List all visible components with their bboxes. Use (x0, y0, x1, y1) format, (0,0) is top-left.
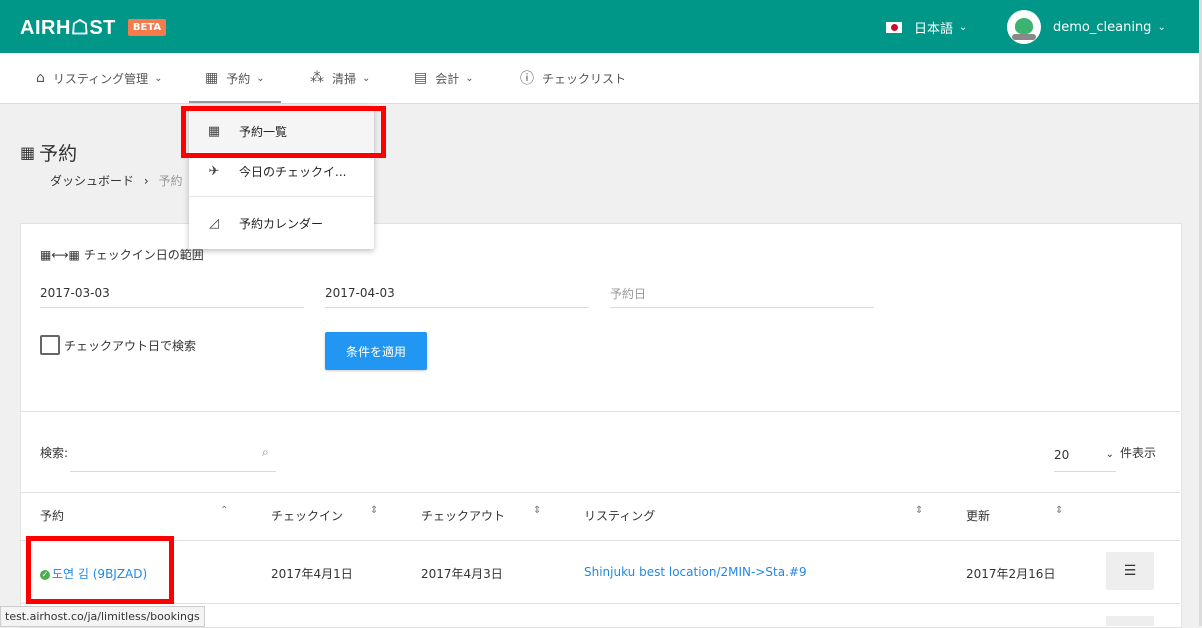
page-title-text: 予約 (39, 143, 78, 165)
highlight-box (181, 106, 386, 158)
listing-link[interactable]: Shinjuku best location/2MIN->Sta.#9 (584, 565, 807, 579)
broom-icon: ⁂ (310, 70, 324, 86)
checkin-range-label: ▦⟷▦ チェックイン日の範囲 (40, 246, 204, 263)
checkout-search-checkbox[interactable]: チェックアウト日で検索 (40, 335, 196, 355)
nav-item-label: 予約 (226, 71, 251, 86)
checkbox-label: チェックアウト日で検索 (64, 338, 197, 353)
chevron-down-icon: ⌄ (465, 72, 474, 84)
column-header-listing[interactable]: リスティング (584, 507, 655, 524)
beta-badge: BETA (127, 18, 167, 36)
menu-item-booking-calendar[interactable]: ◿ 予約カレンダー (189, 202, 374, 244)
calculator-icon: ▤ (414, 70, 428, 86)
sort-icon[interactable]: ⇕ (915, 505, 923, 516)
chevron-down-icon: ⌄ (959, 21, 968, 33)
menu-divider (189, 196, 374, 197)
nav-item-cleaning[interactable]: ⁂ 清掃 ⌄ (310, 53, 370, 103)
chevron-down-icon: ⌄ (362, 72, 371, 84)
search-label: 検索: (40, 446, 69, 460)
breadcrumb: ダッシュボード › 予約 (50, 172, 183, 189)
column-header-booking[interactable]: 予約 (40, 507, 64, 524)
apply-filters-button[interactable]: 条件を適用 (325, 332, 427, 370)
chevron-down-icon: ⌄ (256, 72, 265, 84)
chevron-down-icon: ⌄ (154, 72, 163, 84)
logo-text: AIRH☖ST (20, 16, 116, 39)
page-length-value: 20 (1054, 447, 1070, 462)
end-date-field[interactable]: 2017-04-03 (325, 279, 589, 308)
updated-date: 2017年2月16日 (966, 567, 1056, 581)
avatar (1007, 10, 1041, 44)
plane-arrival-icon: ✈ (208, 163, 220, 179)
page-title: ▦ 予約 (20, 139, 77, 166)
row-divider (20, 603, 1180, 604)
calendar-icon: ▦ (205, 70, 219, 86)
sort-icon[interactable]: ⇕ (1055, 505, 1063, 516)
start-date-field[interactable]: 2017-03-03 (40, 279, 304, 308)
menu-item-label: 予約カレンダー (239, 216, 324, 231)
nav-item-label: 清掃 (332, 71, 357, 86)
row-menu-button[interactable]: ☰ (1106, 552, 1154, 590)
row-menu-button[interactable] (1106, 616, 1154, 626)
nav-item-checklist[interactable]: ⓘ チェックリスト (520, 53, 626, 103)
menu-item-label: 今日のチェックイ... (239, 164, 347, 179)
booking-date-field[interactable]: 予約日 (610, 279, 874, 308)
divider (20, 411, 1180, 412)
column-header-updated[interactable]: 更新 (966, 507, 990, 524)
language-label: 日本語 (914, 21, 954, 37)
home-icon: ⌂ (36, 70, 45, 86)
column-header-checkout[interactable]: チェックアウト (421, 507, 505, 524)
sort-icon[interactable]: ⇕ (533, 505, 541, 516)
breadcrumb-current: 予約 (158, 174, 183, 188)
chevron-down-icon: ⌄ (1157, 21, 1166, 33)
checkbox-icon[interactable] (40, 335, 60, 355)
app-logo[interactable]: AIRH☖ST BETA (20, 15, 167, 39)
user-menu[interactable]: demo_cleaning ⌄ (1007, 8, 1166, 46)
checkout-date: 2017年4月3日 (421, 567, 503, 581)
booking-date-placeholder: 予約日 (610, 286, 647, 301)
nav-item-listings[interactable]: ⌂ リスティング管理 ⌄ (36, 53, 163, 103)
calendar-icon: ▦ (20, 143, 36, 162)
language-selector[interactable]: 日本語 ⌄ (886, 16, 967, 38)
sort-icon[interactable]: ⇕ (370, 505, 378, 516)
search-input[interactable] (70, 438, 276, 472)
calendar-icon: ▦ (68, 248, 80, 262)
nav-item-accounting[interactable]: ▤ 会計 ⌄ (414, 53, 474, 103)
chevron-down-icon: ⌄ (1105, 449, 1114, 460)
nav-item-bookings[interactable]: ▦ 予約 ⌄ (189, 53, 281, 103)
highlight-box (26, 536, 174, 604)
arrows-horizontal-icon: ⟷ (51, 248, 69, 262)
japan-flag-icon (886, 21, 902, 33)
calendar-icon: ▦ (40, 248, 52, 262)
page-length-select[interactable]: 20 ⌄ (1054, 438, 1116, 472)
sort-asc-icon[interactable]: ⌃ (220, 505, 228, 516)
column-header-checkin[interactable]: チェックイン (271, 507, 343, 524)
nav-item-label: 会計 (435, 71, 460, 86)
breadcrumb-home[interactable]: ダッシュボード (50, 174, 134, 188)
status-bar-url: test.airhost.co/ja/limitless/bookings (0, 606, 205, 627)
menu-lines-icon: ☰ (1123, 563, 1137, 579)
nav-item-label: チェックリスト (542, 71, 627, 86)
end-date-value: 2017-04-03 (325, 286, 395, 300)
breadcrumb-separator: › (143, 174, 149, 188)
main-nav: ⌂ リスティング管理 ⌄ ▦ 予約 ⌄ ⁂ 清掃 ⌄ ▤ 会計 ⌄ ⓘ チェック… (0, 53, 1202, 104)
question-icon: ⓘ (520, 71, 534, 87)
username: demo_cleaning (1053, 19, 1152, 35)
page-length-label: 件表示 (1120, 446, 1157, 460)
search-icon: ⌕ (262, 445, 269, 459)
area-chart-icon: ◿ (209, 215, 219, 231)
nav-item-label: リスティング管理 (52, 71, 149, 86)
start-date-value: 2017-03-03 (40, 286, 110, 300)
checkin-date: 2017年4月1日 (271, 567, 353, 581)
range-label-text: チェックイン日の範囲 (83, 248, 204, 262)
